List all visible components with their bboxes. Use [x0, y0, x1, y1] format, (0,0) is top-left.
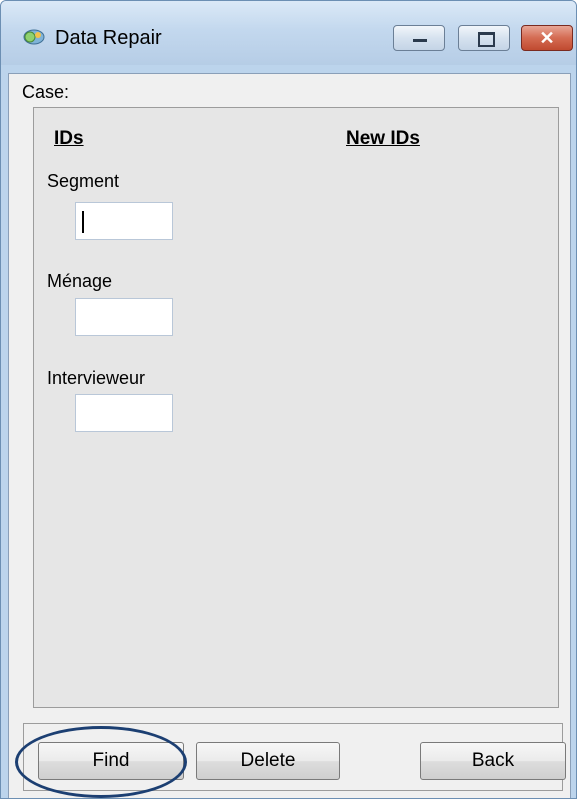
text-caret — [82, 211, 84, 233]
find-highlight-annotation — [15, 726, 187, 798]
delete-button[interactable]: Delete — [196, 742, 340, 780]
close-button[interactable]: ✕ — [521, 25, 573, 51]
segment-label: Segment — [47, 171, 120, 191]
case-label: Case: — [22, 82, 70, 102]
intervieweur-label: Intervieweur — [47, 368, 146, 388]
menage-label: Ménage — [47, 271, 113, 291]
back-button[interactable]: Back — [420, 742, 566, 780]
app-icon — [23, 29, 45, 45]
minimize-button[interactable] — [393, 25, 445, 51]
title-bar[interactable]: Data Repair ✕ — [1, 1, 576, 65]
new-ids-header: New IDs — [346, 128, 420, 149]
ids-header: IDs — [54, 128, 84, 149]
minimize-icon — [413, 39, 427, 42]
window-title: Data Repair — [55, 27, 162, 49]
segment-input[interactable] — [75, 202, 173, 240]
intervieweur-input[interactable] — [75, 394, 173, 432]
maximize-button[interactable] — [458, 25, 510, 51]
menage-input[interactable] — [75, 298, 173, 336]
close-icon: ✕ — [539, 28, 555, 48]
maximize-icon — [478, 32, 495, 47]
